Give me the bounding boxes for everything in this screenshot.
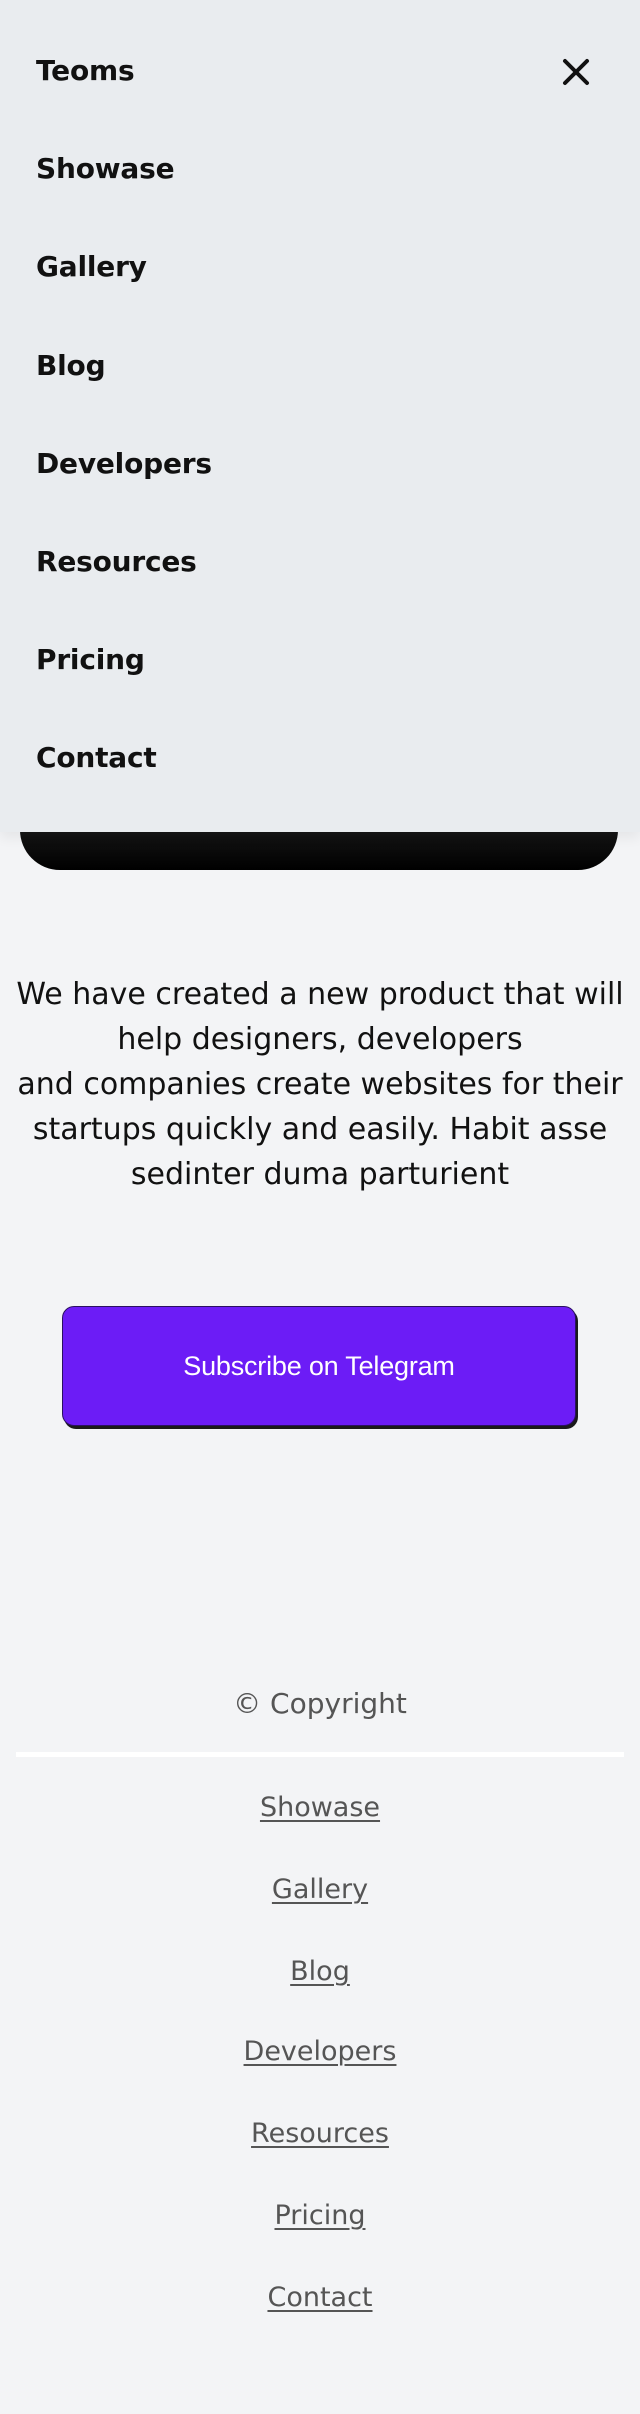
brand-name[interactable]: Teoms xyxy=(36,54,135,87)
footer-link-showase[interactable]: Showase xyxy=(260,1792,380,1823)
menu-item-showase[interactable]: Showase xyxy=(36,152,175,185)
description-line: and companies create websites for their xyxy=(17,1067,623,1102)
footer-link-developers[interactable]: Developers xyxy=(244,2036,397,2067)
footer-link-contact[interactable]: Contact xyxy=(267,2282,372,2313)
copyright-text: © Copyright xyxy=(233,1687,407,1720)
description-line: We have created a new product that will xyxy=(16,977,624,1012)
product-description: We have created a new product that will … xyxy=(16,972,624,1197)
footer-link-gallery[interactable]: Gallery xyxy=(272,1874,368,1905)
page: Teoms Showase Gallery Blog Developers Re… xyxy=(0,0,640,2414)
close-icon xyxy=(563,59,589,85)
description-line: help designers, developers xyxy=(117,1022,523,1057)
menu-item-developers[interactable]: Developers xyxy=(36,447,212,480)
menu-item-resources[interactable]: Resources xyxy=(36,545,197,578)
description-line: startups quickly and easily. Habit asse xyxy=(32,1112,608,1147)
description-line: sedinter duma parturient xyxy=(130,1157,510,1192)
menu-item-blog[interactable]: Blog xyxy=(36,349,106,382)
footer-link-pricing[interactable]: Pricing xyxy=(274,2200,365,2231)
menu-item-pricing[interactable]: Pricing xyxy=(36,643,145,676)
subscribe-button-label: Subscribe on Telegram xyxy=(183,1350,455,1381)
menu-item-contact[interactable]: Contact xyxy=(36,741,157,774)
footer-divider xyxy=(16,1752,624,1757)
footer-link-resources[interactable]: Resources xyxy=(251,2118,389,2149)
mobile-menu-panel: Teoms Showase Gallery Blog Developers Re… xyxy=(0,0,640,832)
footer-link-blog[interactable]: Blog xyxy=(290,1956,350,1987)
close-menu-button[interactable] xyxy=(556,52,596,92)
subscribe-telegram-button[interactable]: Subscribe on Telegram xyxy=(62,1306,576,1426)
menu-item-gallery[interactable]: Gallery xyxy=(36,250,147,283)
